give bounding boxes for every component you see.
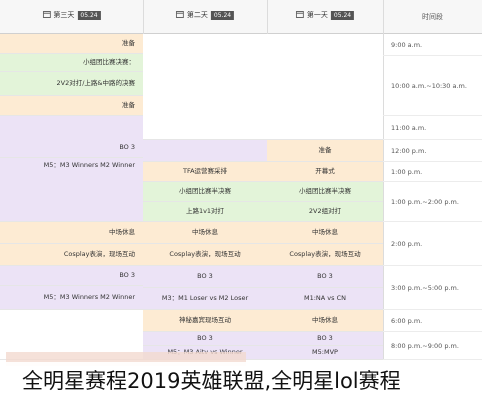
time-slot: 1:00 p.m. bbox=[383, 162, 482, 182]
schedule-screenshot: 第三天 05.24 第二天 05.24 第一天 05.24 时间段 9:00 a.m.… bbox=[0, 0, 482, 400]
time-slot: 12:00 p.m. bbox=[383, 140, 482, 162]
day2-top bbox=[143, 140, 267, 162]
day3-match-m5: M5：M3 Winners M2 Winner bbox=[0, 158, 143, 222]
time-slot: 8:00 p.m.~9:00 p.m. bbox=[383, 332, 482, 360]
day1-duo: 2V2组对打 bbox=[267, 202, 383, 222]
day3-date: 05.24 bbox=[77, 11, 101, 20]
day1-midbreak-2: 中场休息 bbox=[267, 310, 383, 332]
day2-match-m3: M3：M1 Loser vs M2 Loser bbox=[143, 288, 267, 310]
day3-label: 第三天 bbox=[53, 11, 75, 19]
day2-stage: 神秘嘉宾现场互动 bbox=[143, 310, 267, 332]
day1-date: 05.24 bbox=[330, 11, 355, 20]
day2-date: 05.24 bbox=[210, 11, 235, 20]
day1-bo3-b: BO 3 bbox=[267, 332, 383, 346]
day3-group-final-desc: 2V2对打/上路&中路的决赛 bbox=[0, 72, 143, 96]
time-slot: 2:00 p.m. bbox=[383, 222, 482, 266]
day1-midbreak: 中场休息 bbox=[267, 222, 383, 244]
time-slot: 11:00 a.m. bbox=[383, 116, 482, 140]
day1-empty bbox=[267, 34, 383, 140]
time-slot: 9:00 a.m. bbox=[383, 34, 482, 56]
day2-bo3: BO 3 bbox=[143, 266, 267, 288]
day3-match-m5-b: M5：M3 Winners M2 Winner bbox=[0, 286, 143, 310]
day2-midbreak: 中场休息 bbox=[143, 222, 267, 244]
calendar-icon bbox=[175, 10, 184, 18]
header-day1: 第一天 05.24 bbox=[267, 0, 383, 34]
calendar-icon bbox=[42, 10, 51, 18]
day1-opening: 开幕式 bbox=[267, 162, 383, 182]
time-slot: 10:00 a.m.~10:30 a.m. bbox=[383, 56, 482, 116]
header-day3: 第三天 05.24 bbox=[0, 0, 143, 34]
day3-midbreak: 中场休息 bbox=[0, 222, 143, 244]
day2-empty bbox=[143, 34, 267, 140]
day1-bo3: BO 3 bbox=[267, 266, 383, 288]
day2-semi: 小组团比赛半决赛 bbox=[143, 182, 267, 202]
time-slot: 6:00 p.m. bbox=[383, 310, 482, 332]
day2-tfa: TFA运营赛采排 bbox=[143, 162, 267, 182]
day3-bo3: BO 3 bbox=[0, 116, 143, 158]
day3-ready: 准备 bbox=[0, 34, 143, 54]
day3-group-final-title: 小组团比赛决赛： bbox=[0, 54, 143, 72]
day2-bo3-b: BO 3 bbox=[143, 332, 267, 346]
day3-ready-2: 准备 bbox=[0, 96, 143, 116]
day1-cosplay: Cosplay表演，现场互动 bbox=[267, 244, 383, 266]
day1-match-m5: M5:MVP bbox=[267, 346, 383, 360]
day1-match-m1: M1:NA vs CN bbox=[267, 288, 383, 310]
day1-ready: 准备 bbox=[267, 140, 383, 162]
day2-cosplay: Cosplay表演，现场互动 bbox=[143, 244, 267, 266]
day1-label: 第一天 bbox=[306, 11, 328, 19]
time-slot: 3:00 p.m.~5:00 p.m. bbox=[383, 266, 482, 310]
header-time: 时间段 bbox=[383, 0, 482, 34]
day1-semi: 小组团比赛半决赛 bbox=[267, 182, 383, 202]
page-caption: 全明星赛程2019英雄联盟,全明星lol赛程 bbox=[0, 362, 482, 400]
day2-top-one: 上路1v1对打 bbox=[143, 202, 267, 222]
header-day2: 第二天 05.24 bbox=[143, 0, 267, 34]
time-slot: 1:00 p.m.~2:00 p.m. bbox=[383, 182, 482, 222]
time-column-title: 时间段 bbox=[422, 13, 443, 21]
calendar-icon bbox=[295, 10, 304, 18]
schedule-grid: 第三天 05.24 第二天 05.24 第一天 05.24 时间段 9:00 a.m.… bbox=[0, 0, 482, 360]
day3-bo3-b: BO 3 bbox=[0, 266, 143, 286]
day2-label: 第二天 bbox=[186, 11, 208, 19]
day3-cosplay: Cosplay表演，现场互动 bbox=[0, 244, 143, 266]
